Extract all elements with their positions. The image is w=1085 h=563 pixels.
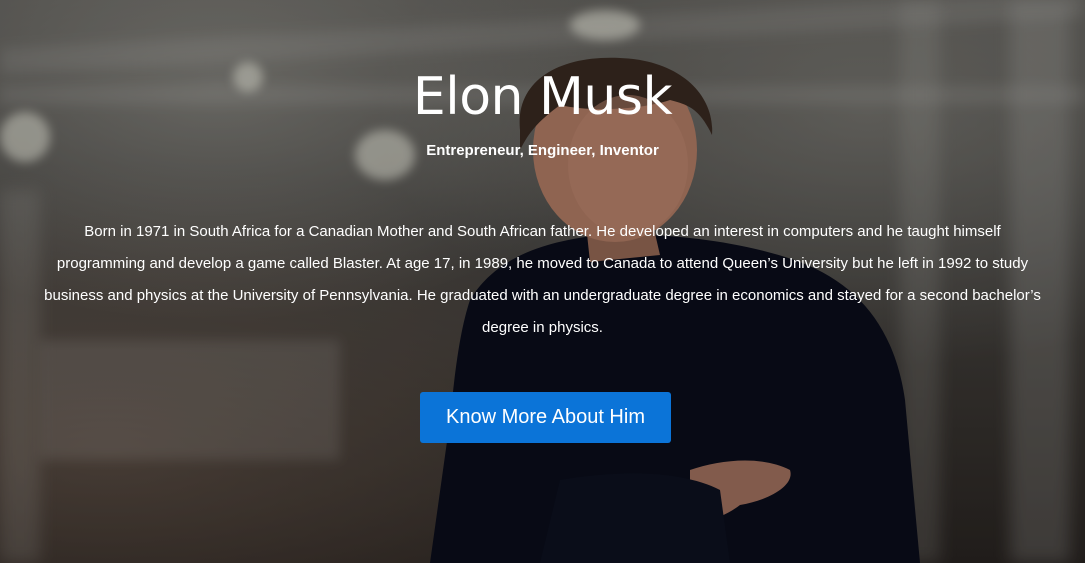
- hero-tagline: Entrepreneur, Engineer, Inventor: [426, 142, 659, 159]
- hero-bio: Born in 1971 in South Africa for a Canad…: [44, 223, 1041, 336]
- know-more-button[interactable]: Know More About Him: [420, 392, 671, 443]
- hero-title: Elon Musk: [412, 67, 673, 127]
- hero-section: Elon Musk Entrepreneur, Engineer, Invent…: [0, 0, 1085, 563]
